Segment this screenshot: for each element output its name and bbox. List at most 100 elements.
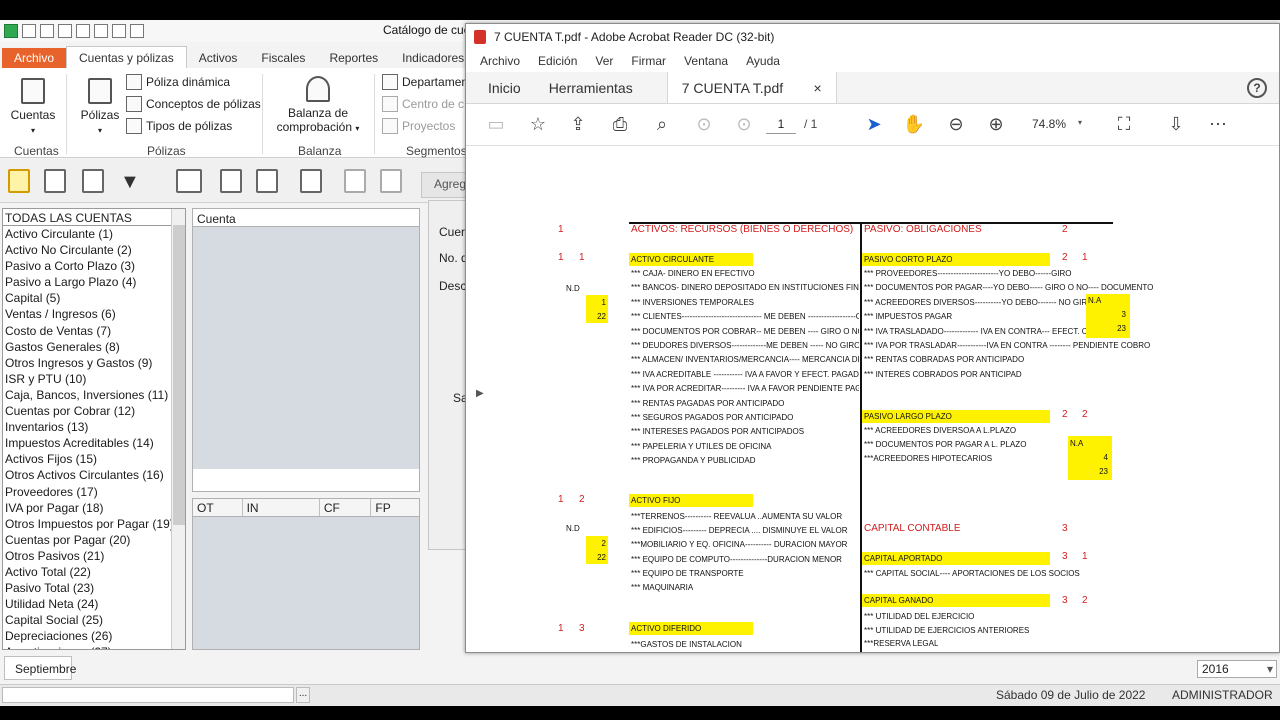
- menu-ver[interactable]: Ver: [595, 54, 613, 68]
- account-list-item[interactable]: Caja, Bancos, Inversiones (11): [3, 387, 185, 403]
- exit-icon[interactable]: [130, 24, 144, 38]
- account-list-item[interactable]: Depreciaciones (26): [3, 628, 185, 644]
- pl-num-2: 2: [1082, 409, 1088, 420]
- hand-icon[interactable]: ✋: [902, 114, 926, 135]
- catalog-icon[interactable]: [22, 24, 36, 38]
- edit-document-icon[interactable]: [44, 169, 66, 193]
- account-list-item[interactable]: Utilidad Neta (24): [3, 596, 185, 612]
- pointer-icon[interactable]: ➤: [862, 114, 886, 135]
- conceptos-polizas-button[interactable]: Conceptos de pólizas: [126, 96, 261, 112]
- centro-costos-button[interactable]: Centro de c: [382, 96, 464, 112]
- print-icon[interactable]: ⎙: [608, 114, 632, 135]
- tab-herramientas[interactable]: Herramientas: [535, 72, 647, 103]
- upload-icon[interactable]: ⇪: [566, 114, 590, 135]
- tab-indicadores[interactable]: Indicadores: [390, 48, 476, 68]
- col-fp[interactable]: FP: [371, 499, 419, 516]
- pdf-line-item: *** CAPITAL SOCIAL---- APORTACIONES DE L…: [864, 569, 1080, 578]
- col-ot[interactable]: OT: [193, 499, 243, 516]
- account-list-item[interactable]: ISR y PTU (10): [3, 371, 185, 387]
- account-list-item[interactable]: Activo Circulante (1): [3, 226, 185, 242]
- prev-page-icon[interactable]: ⊙: [692, 114, 716, 135]
- calculator-icon[interactable]: [58, 24, 72, 38]
- zoom-out-icon[interactable]: ⊖: [944, 114, 968, 135]
- year-select[interactable]: 2016: [1197, 660, 1277, 678]
- tab-inicio[interactable]: Inicio: [466, 72, 535, 103]
- tipos-polizas-button[interactable]: Tipos de pólizas: [126, 118, 232, 134]
- print-icon[interactable]: [176, 169, 202, 193]
- more-icon[interactable]: ⋯: [1206, 114, 1230, 135]
- next-page-icon[interactable]: ⊙: [732, 114, 756, 135]
- search-zoom-icon[interactable]: ⌕: [650, 114, 674, 135]
- cuentas-button[interactable]: Cuentas ▾: [10, 78, 56, 136]
- account-list-item[interactable]: Pasivo Total (23): [3, 580, 185, 596]
- blank-document-icon[interactable]: [82, 169, 104, 193]
- account-list-item[interactable]: Activo No Circulante (2): [3, 242, 185, 258]
- new-document-icon[interactable]: [8, 169, 30, 193]
- table-icon[interactable]: [76, 24, 90, 38]
- menu-ayuda[interactable]: Ayuda: [746, 54, 780, 68]
- page-number-input[interactable]: 1: [766, 114, 796, 134]
- account-list-item[interactable]: Capital (5): [3, 290, 185, 306]
- status-browse-button[interactable]: ...: [296, 687, 310, 703]
- filter-icon[interactable]: ▼: [120, 171, 140, 194]
- scroll-icon[interactable]: ⇩: [1164, 114, 1188, 135]
- tab-document[interactable]: 7 CUENTA T.pdf ×: [666, 72, 837, 103]
- menu-archivo[interactable]: Archivo: [480, 54, 520, 68]
- account-list-item[interactable]: Inventarios (13): [3, 419, 185, 435]
- poliza-dinamica-button[interactable]: Póliza dinámica: [126, 74, 230, 90]
- tab-activos[interactable]: Activos: [187, 48, 250, 68]
- zoom-dropdown-icon[interactable]: ▾: [1078, 118, 1082, 127]
- menu-edicion[interactable]: Edición: [538, 54, 577, 68]
- paste-icon[interactable]: [380, 169, 402, 193]
- tab-reportes[interactable]: Reportes: [317, 48, 390, 68]
- tab-archivo[interactable]: Archivo: [2, 48, 67, 68]
- account-list-item[interactable]: Impuestos Acreditables (14): [3, 435, 185, 451]
- copy-icon[interactable]: [344, 169, 366, 193]
- account-list-item[interactable]: Otros Ingresos y Gastos (9): [3, 355, 185, 371]
- account-list-item[interactable]: Proveedores (17): [3, 484, 185, 500]
- clipboard-icon[interactable]: [220, 169, 242, 193]
- account-list-item[interactable]: Gastos Generales (8): [3, 339, 185, 355]
- account-list-item[interactable]: Cuentas por Pagar (20): [3, 532, 185, 548]
- star-icon[interactable]: ☆: [526, 114, 550, 135]
- account-list-item[interactable]: Pasivo a Corto Plazo (3): [3, 258, 185, 274]
- zoom-level[interactable]: 74.8%: [1032, 117, 1066, 131]
- account-list-item[interactable]: Costo de Ventas (7): [3, 323, 185, 339]
- tab-fiscales[interactable]: Fiscales: [249, 48, 317, 68]
- account-list-item[interactable]: IVA por Pagar (18): [3, 500, 185, 516]
- zoom-in-icon[interactable]: ⊕: [984, 114, 1008, 135]
- help-icon[interactable]: ?: [1247, 78, 1267, 98]
- proyectos-button[interactable]: Proyectos: [382, 118, 455, 134]
- fit-page-icon[interactable]: ⛶: [1112, 114, 1136, 135]
- account-list-item[interactable]: Capital Social (25): [3, 612, 185, 628]
- grid-header-cuenta[interactable]: Cuenta: [193, 209, 419, 227]
- col-in[interactable]: IN: [243, 499, 320, 516]
- menu-firmar[interactable]: Firmar: [631, 54, 666, 68]
- save-icon[interactable]: ▭: [484, 114, 508, 135]
- month-tab-septiembre[interactable]: Septiembre: [4, 656, 76, 680]
- departamentos-button[interactable]: Departamen: [382, 74, 468, 90]
- tab-cuentas-polizas[interactable]: Cuentas y pólizas: [66, 46, 187, 68]
- account-list-item[interactable]: Cuentas por Cobrar (12): [3, 403, 185, 419]
- account-list-item[interactable]: Activo Total (22): [3, 564, 185, 580]
- export-icon[interactable]: [256, 169, 278, 193]
- send-icon[interactable]: [300, 169, 322, 193]
- status-input[interactable]: [2, 687, 294, 703]
- account-list-item[interactable]: Ventas / Ingresos (6): [3, 306, 185, 322]
- accounts-scrollbar[interactable]: [171, 209, 185, 649]
- account-list-item[interactable]: Pasivo a Largo Plazo (4): [3, 274, 185, 290]
- balanza-comprobacion-button[interactable]: Balanza de comprobación ▾: [272, 76, 364, 134]
- help-icon[interactable]: [112, 24, 126, 38]
- account-list-item[interactable]: Otros Pasivos (21): [3, 548, 185, 564]
- account-list-item[interactable]: Otros Activos Circulantes (16): [3, 467, 185, 483]
- menu-ventana[interactable]: Ventana: [684, 54, 728, 68]
- polizas-button[interactable]: Pólizas ▾: [78, 78, 122, 136]
- account-list-item[interactable]: Otros Impuestos por Pagar (19): [3, 516, 185, 532]
- account-list-item[interactable]: Activos Fijos (15): [3, 451, 185, 467]
- document-icon[interactable]: [94, 24, 108, 38]
- col-cf[interactable]: CF: [320, 499, 372, 516]
- close-tab-icon[interactable]: ×: [814, 80, 822, 96]
- account-list-item[interactable]: Amortizaciones (27): [3, 644, 185, 649]
- building-icon[interactable]: [40, 24, 54, 38]
- accounts-list-header[interactable]: TODAS LAS CUENTAS: [3, 209, 185, 226]
